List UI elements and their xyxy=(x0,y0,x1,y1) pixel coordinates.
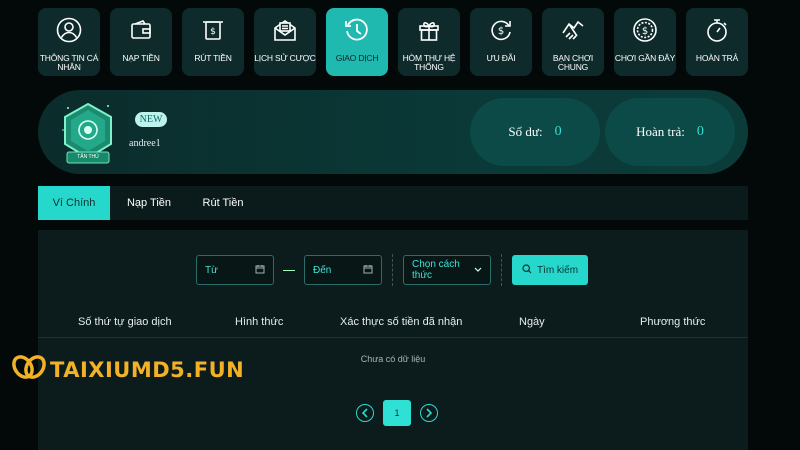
account-nav: THÔNG TIN CÁ NHÂN NẠP TIỀN $ RÚT TIỀN LỊ… xyxy=(38,8,748,76)
nav-item-system-mailbox[interactable]: HÒM THƯ HỆ THỐNG xyxy=(398,8,460,76)
nav-item-withdraw[interactable]: $ RÚT TIỀN xyxy=(182,8,244,76)
atm-withdraw-icon: $ xyxy=(198,15,228,45)
nav-item-recently-played[interactable]: $ CHƠI GẦN ĐÂY xyxy=(614,8,676,76)
nav-item-deposit[interactable]: NẠP TIỀN xyxy=(110,8,172,76)
search-button-label: Tìm kiếm xyxy=(536,264,579,276)
rank-badge-label: TÂN THỦ xyxy=(77,154,99,160)
tab-withdraw[interactable]: Rút Tiền xyxy=(188,186,258,220)
nav-item-label: HOÀN TRẢ xyxy=(695,53,739,63)
nav-item-bet-history[interactable]: LỊCH SỬ CƯỢC xyxy=(254,8,316,76)
username: andree1 xyxy=(129,138,161,149)
site-watermark: TAIXIUMD5.FUN xyxy=(12,352,244,387)
svg-text:$: $ xyxy=(642,26,648,37)
nav-item-label: CHƠI GẦN ĐÂY xyxy=(614,53,676,63)
mail-history-icon xyxy=(270,15,300,45)
svg-text:$: $ xyxy=(498,26,504,37)
next-page-button[interactable] xyxy=(420,404,438,422)
user-icon xyxy=(54,15,84,45)
date-from-placeholder: Từ xyxy=(205,264,218,276)
nav-item-friends[interactable]: BẠN CHƠI CHUNG xyxy=(542,8,604,76)
prev-page-button[interactable] xyxy=(356,404,374,422)
date-to-placeholder: Đến xyxy=(313,264,332,276)
balance-label: Số dư: xyxy=(508,124,543,139)
wallet-tabs: Ví Chính Nạp Tiền Rút Tiền xyxy=(38,186,748,220)
nav-item-label: LỊCH SỬ CƯỢC xyxy=(254,53,316,63)
nav-item-label: GIAO DỊCH xyxy=(335,53,379,63)
page-number-button[interactable]: 1 xyxy=(383,400,411,426)
date-from-field[interactable]: Từ xyxy=(196,255,274,285)
nav-item-label: NẠP TIỀN xyxy=(122,53,160,63)
method-select[interactable]: Chọn cách thức xyxy=(403,255,491,285)
nav-item-refund[interactable]: HOÀN TRẢ xyxy=(686,8,748,76)
rank-badge: TÂN THỦ xyxy=(58,100,118,168)
calendar-icon xyxy=(363,264,373,277)
nav-item-label: HÒM THƯ HỆ THỐNG xyxy=(402,53,456,72)
chevron-left-icon xyxy=(361,408,368,418)
nav-item-transactions[interactable]: GIAO DỊCH xyxy=(326,8,388,76)
nav-item-profile[interactable]: THÔNG TIN CÁ NHÂN xyxy=(38,8,100,76)
column-header: Phương thức xyxy=(640,316,706,328)
column-header: Xác thực số tiền đã nhận xyxy=(340,316,463,328)
balance-value: 0 xyxy=(554,124,562,139)
nav-item-label: ƯU ĐÃI xyxy=(486,53,516,63)
dollar-refresh-icon: $ xyxy=(486,15,516,45)
transactions-page: THÔNG TIN CÁ NHÂN NẠP TIỀN $ RÚT TIỀN LỊ… xyxy=(0,0,800,450)
refund-value: 0 xyxy=(696,124,704,139)
new-tag: NEW xyxy=(135,112,167,127)
date-to-field[interactable]: Đến xyxy=(304,255,382,285)
column-header: Số thứ tự giao dịch xyxy=(78,316,172,328)
column-header: Hình thức xyxy=(235,316,284,328)
nav-item-label: BẠN CHƠI CHUNG xyxy=(552,53,594,72)
stopwatch-icon xyxy=(702,15,732,45)
watermark-text: TAIXIUMD5.FUN xyxy=(50,357,245,382)
calendar-icon xyxy=(255,264,265,277)
clock-history-icon xyxy=(342,15,372,45)
table-header: Số thứ tự giao dịch Hình thức Xác thực s… xyxy=(38,310,748,338)
date-range-dash xyxy=(283,269,295,271)
refund-pill: Hoàn trả: 0 xyxy=(605,98,735,166)
tab-deposit[interactable]: Nạp Tiền xyxy=(110,186,188,220)
nav-item-label: RÚT TIỀN xyxy=(194,53,232,63)
search-icon xyxy=(522,263,532,277)
filter-divider xyxy=(501,254,502,286)
dollar-coin-icon: $ xyxy=(630,15,660,45)
transactions-panel: Từ Đến Chọn cách thức Tìm kiếm Số thứ tự… xyxy=(38,230,748,450)
chevron-down-icon xyxy=(474,265,482,276)
refund-label: Hoàn trả: xyxy=(636,124,685,139)
chevron-right-icon xyxy=(426,408,433,418)
balance-pill: Số dư: 0 xyxy=(470,98,600,166)
search-button[interactable]: Tìm kiếm xyxy=(512,255,588,285)
filter-divider xyxy=(392,254,393,286)
pagination: 1 xyxy=(356,400,438,426)
nav-item-label: THÔNG TIN CÁ NHÂN xyxy=(39,53,99,72)
tab-main-wallet[interactable]: Ví Chính xyxy=(38,186,110,220)
gift-box-icon xyxy=(414,15,444,45)
method-select-value: Chọn cách thức xyxy=(412,259,460,281)
filter-bar: Từ Đến Chọn cách thức Tìm kiếm xyxy=(196,254,588,286)
svg-text:$: $ xyxy=(210,27,216,37)
profile-summary: TÂN THỦ NEW andree1 Số dư: 0 Hoàn trả: 0 xyxy=(38,90,748,174)
nav-item-promotions[interactable]: $ ƯU ĐÃI xyxy=(470,8,532,76)
wallet-icon xyxy=(126,15,156,45)
handshake-icon xyxy=(558,15,588,45)
chain-link-icon xyxy=(12,352,46,387)
column-header: Ngày xyxy=(519,316,545,328)
